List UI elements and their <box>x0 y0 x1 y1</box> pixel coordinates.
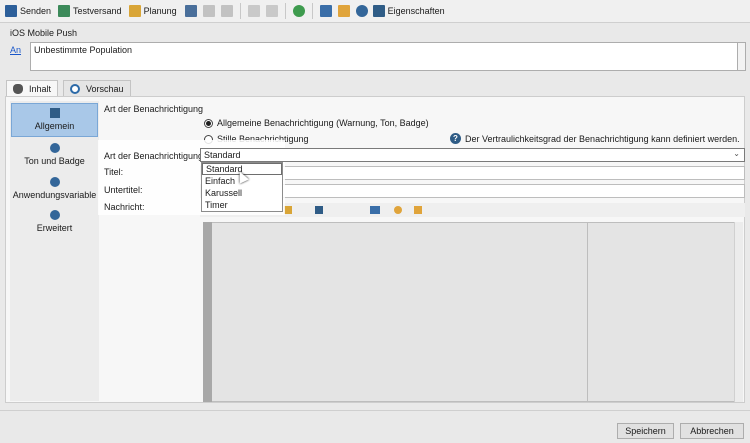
message-label: Nachricht: <box>104 202 145 212</box>
toolbar-separator <box>239 3 241 19</box>
clipboard-icon <box>372 5 385 17</box>
format-icon[interactable] <box>414 206 422 214</box>
calendar-icon <box>128 5 141 17</box>
sidebar-item-label: Ton und Badge <box>24 156 85 166</box>
copy-icon[interactable] <box>184 5 197 17</box>
toolbar-separator <box>284 3 286 19</box>
tab-content-label: Inhalt <box>29 83 52 94</box>
eye-icon <box>70 83 80 94</box>
dropdown-option[interactable]: Timer <box>202 199 282 211</box>
send-label: Senden <box>20 6 52 16</box>
sidebar-item-advanced[interactable]: Erweitert <box>10 210 99 233</box>
sidebar-item-label: Anwendungsvariable <box>12 190 97 200</box>
help-hint: ? Der Vertraulichkeitsgrad der Benachric… <box>450 133 740 144</box>
send-icon <box>5 5 17 17</box>
radio-general-notification[interactable]: Allgemeine Benachrichtigung (Warnung, To… <box>204 118 429 128</box>
help-text: Der Vertraulichkeitsgrad der Benachricht… <box>465 133 740 144</box>
link-icon[interactable] <box>319 5 332 17</box>
schedule-button[interactable]: Planung <box>127 2 179 20</box>
tab-preview[interactable]: Vorschau <box>63 80 131 96</box>
gear-icon <box>49 177 60 187</box>
radio-button[interactable] <box>204 118 213 128</box>
test-send-button[interactable]: Testversand <box>56 2 124 20</box>
test-send-icon <box>58 5 71 17</box>
link-icon[interactable] <box>370 206 380 214</box>
cut-icon[interactable] <box>202 5 215 17</box>
to-field[interactable]: Unbestimmte Population <box>30 42 738 71</box>
test-send-label: Testversand <box>73 6 122 16</box>
redo-icon[interactable] <box>265 5 278 17</box>
toolbar: Senden Testversand Planung Eigenschaften <box>0 0 750 22</box>
apple-icon <box>13 83 23 94</box>
send-button[interactable]: Senden <box>3 2 53 20</box>
gear-icon <box>49 143 60 153</box>
refresh-icon[interactable] <box>292 5 305 17</box>
subtitle-label: Untertitel: <box>104 185 143 195</box>
clipboard-icon <box>49 108 60 118</box>
properties-button[interactable]: Eigenschaften <box>371 2 447 20</box>
sidebar-item-sound-badge[interactable]: Ton und Badge <box>10 143 99 166</box>
toolbar-separator <box>311 3 313 19</box>
chevron-down-icon[interactable]: ⌄ <box>733 149 740 158</box>
sidebar-item-app-variables[interactable]: Anwendungsvariable <box>10 177 99 200</box>
properties-label: Eigenschaften <box>387 6 445 16</box>
editor-scrollbar[interactable] <box>734 222 743 402</box>
personalize-icon[interactable] <box>394 206 402 214</box>
footer-divider <box>0 410 750 411</box>
to-link[interactable]: An <box>10 45 21 55</box>
dropdown-option[interactable]: Karussell <box>202 187 282 199</box>
sidebar-item-label: Erweitert <box>36 223 73 233</box>
title-label: Titel: <box>104 167 124 177</box>
select-value: Standard <box>204 150 241 160</box>
tab-content[interactable]: Inhalt <box>6 80 59 96</box>
radio-general-label: Allgemeine Benachrichtigung (Warnung, To… <box>217 118 429 128</box>
tab-preview-label: Vorschau <box>86 83 124 94</box>
editor-gutter <box>203 222 212 402</box>
message-editor[interactable] <box>203 222 743 402</box>
gear-icon <box>49 210 60 220</box>
cancel-button[interactable]: Abbrechen <box>680 423 744 439</box>
schedule-label: Planung <box>143 6 177 16</box>
notification-type-select[interactable]: Standard ⌄ <box>200 148 745 162</box>
save-button[interactable]: Speichern <box>617 423 674 439</box>
sidebar-item-label: Allgemein <box>34 121 75 131</box>
type-label: Art der Benachrichtigung: <box>104 151 206 161</box>
delete-icon[interactable] <box>220 5 233 17</box>
panel-title: iOS Mobile Push <box>10 28 78 38</box>
to-field-scrollbar[interactable] <box>738 42 746 71</box>
editor-splitter[interactable] <box>587 222 588 402</box>
format-icon[interactable] <box>315 206 323 214</box>
save-label: Speichern <box>625 426 666 436</box>
to-value: Unbestimmte Population <box>34 45 133 55</box>
sidebar-item-general[interactable]: Allgemein <box>11 103 98 137</box>
personalize-icon[interactable] <box>337 5 350 17</box>
gear-icon[interactable] <box>355 5 368 17</box>
format-icon[interactable] <box>284 206 292 214</box>
undo-icon[interactable] <box>247 5 260 17</box>
help-icon: ? <box>450 133 461 144</box>
toolbar-divider <box>0 22 750 23</box>
cancel-label: Abbrechen <box>690 426 734 436</box>
section-title: Art der Benachrichtigung <box>104 104 204 114</box>
